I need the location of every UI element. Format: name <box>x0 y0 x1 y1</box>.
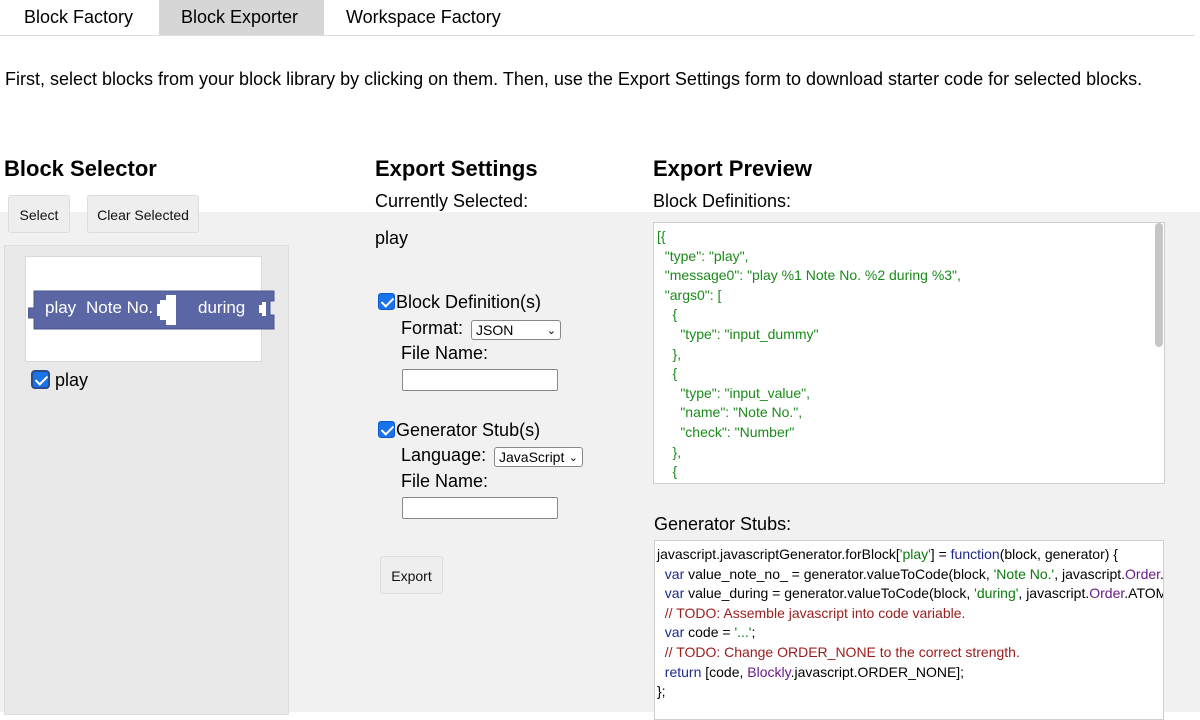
intro-text: First, select blocks from your block lib… <box>5 69 1143 89</box>
export-preview-title: Export Preview <box>653 156 812 181</box>
code-line: "type": "play", <box>657 247 749 264</box>
play-block-checkbox[interactable] <box>31 370 50 389</box>
code-line: "type": "input_value", <box>657 384 810 401</box>
scrollbar-thumb[interactable] <box>1155 223 1163 347</box>
block-label-during: during <box>198 298 246 317</box>
code-line: // TODO: Assemble javascript into code v… <box>657 604 966 621</box>
format-select[interactable]: JSON ⌄ <box>471 320 561 340</box>
block-definitions-preview[interactable]: [{ "type": "play", "message0": "play %1 … <box>653 222 1165 484</box>
language-label: Language: <box>401 445 487 465</box>
code-line: // TODO: Change ORDER_NONE to the correc… <box>657 643 1020 660</box>
export-settings-title: Export Settings <box>375 156 538 181</box>
language-select[interactable]: JavaScript ⌄ <box>494 447 583 467</box>
generator-stubs-file-name-input[interactable] <box>402 497 558 519</box>
block-selector-title: Block Selector <box>4 156 157 181</box>
generator-stubs-preview-label: Generator Stubs: <box>654 514 792 534</box>
currently-selected-label: Currently Selected: <box>375 191 529 211</box>
code-line: var value_during = generator.valueToCode… <box>664 585 1163 602</box>
block-definitions-file-name-input[interactable] <box>402 369 558 391</box>
block-definitions-label: Block Definition(s) <box>396 292 542 312</box>
code-line: javascript.javascriptGenerator.forBlock[… <box>657 546 1118 562</box>
language-select-value: JavaScript <box>499 449 565 465</box>
code-line: [{ <box>657 228 666 244</box>
tab-bar: Block Factory Block Exporter Workspace F… <box>0 0 1195 36</box>
generator-stubs-preview[interactable]: javascript.javascriptGenerator.forBlock[… <box>654 540 1164 720</box>
clear-selected-button[interactable]: Clear Selected <box>87 195 199 233</box>
code-line: }; <box>657 683 666 700</box>
generator-stubs-checkbox[interactable] <box>378 421 395 438</box>
code-line: { <box>657 365 678 382</box>
header-strip <box>0 150 1200 194</box>
code-line: "message0": "play %1 Note No. %2 during … <box>657 267 961 284</box>
format-label: Format: <box>401 318 464 338</box>
play-block-checkbox-label: play <box>55 370 89 390</box>
currently-selected-value: play <box>375 228 409 248</box>
code-line: "check": "Number" <box>657 423 795 440</box>
export-button[interactable]: Export <box>380 556 443 594</box>
chevron-down-icon: ⌄ <box>546 325 556 337</box>
code-line: var code = '...'; <box>664 624 756 641</box>
block-label-note-no: Note No. <box>86 298 154 317</box>
code-line: }, <box>657 443 682 460</box>
block-definitions-checkbox[interactable] <box>378 293 395 310</box>
generator-stubs-code: javascript.javascriptGenerator.forBlock[… <box>657 545 1164 702</box>
code-line: var value_note_no_ = generator.valueToCo… <box>664 565 1164 582</box>
generator-stubs-label: Generator Stub(s) <box>396 420 541 440</box>
code-line: "name": "Note No.", <box>657 404 803 421</box>
tab-block-factory[interactable]: Block Factory <box>2 0 159 35</box>
block-definitions-preview-label: Block Definitions: <box>653 191 792 211</box>
code-line: "args0": [ <box>657 286 722 303</box>
select-button[interactable]: Select <box>8 195 70 233</box>
generator-stubs-file-name-label: File Name: <box>401 471 489 491</box>
tab-block-exporter[interactable]: Block Exporter <box>159 0 324 35</box>
chevron-down-icon: ⌄ <box>568 452 578 464</box>
block-definitions-file-name-label: File Name: <box>401 343 489 363</box>
block-definitions-code: [{ "type": "play", "message0": "play %1 … <box>657 227 961 482</box>
code-line: { <box>657 306 678 323</box>
code-line: }, <box>657 345 682 362</box>
code-line: "type": "input_dummy" <box>657 325 819 342</box>
block-label-play: play <box>45 298 77 317</box>
format-select-value: JSON <box>476 322 514 338</box>
code-line: { <box>657 463 678 480</box>
tab-workspace-factory[interactable]: Workspace Factory <box>324 0 534 35</box>
code-line: return [code, Blockly.javascript.ORDER_N… <box>664 663 965 680</box>
